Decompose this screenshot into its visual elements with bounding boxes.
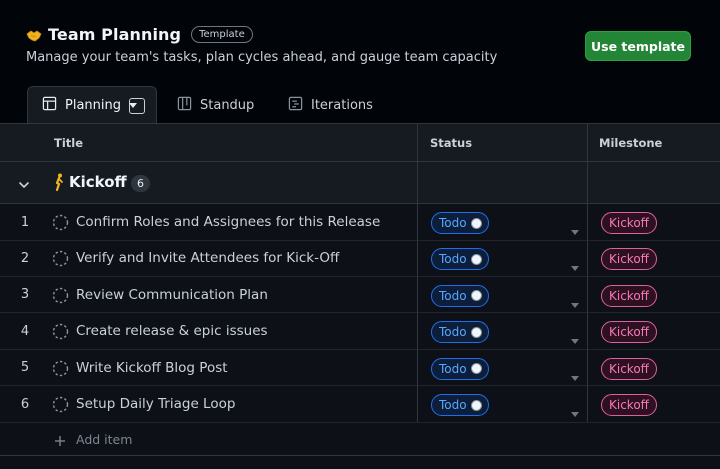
page-title: Team Planning	[48, 25, 182, 44]
draft-issue-icon	[52, 323, 69, 344]
triangle-down-icon[interactable]	[571, 220, 579, 239]
group-count-badge: 6	[131, 175, 150, 192]
tab-label: Standup	[200, 97, 255, 113]
handshake-icon	[26, 28, 42, 42]
triangle-down-icon[interactable]	[571, 256, 579, 275]
draft-issue-icon	[52, 396, 69, 417]
milestone-badge[interactable]: Kickoff	[601, 357, 657, 380]
status-badge[interactable]: Todo	[431, 248, 489, 271]
row-title[interactable]: Verify and Invite Attendees for Kick-Off	[76, 240, 339, 276]
triangle-down-icon[interactable]	[571, 329, 579, 348]
table-row[interactable]: 6 Setup Daily Triage Loop Todo Kickoff	[0, 386, 720, 423]
status-label: Todo	[439, 252, 467, 267]
page-subtitle: Manage your team's tasks, plan cycles ah…	[26, 50, 498, 65]
milestone-badge[interactable]: Kickoff	[601, 248, 657, 271]
row-title[interactable]: Write Kickoff Blog Post	[76, 350, 228, 386]
triangle-down-icon	[129, 98, 145, 113]
status-label: Todo	[439, 288, 467, 303]
status-circle-icon	[470, 253, 482, 265]
table-row[interactable]: 5 Write Kickoff Blog Post Todo Kickoff	[0, 350, 720, 387]
tab-label: Planning	[65, 98, 121, 113]
row-title[interactable]: Setup Daily Triage Loop	[76, 386, 235, 422]
chevron-down-icon[interactable]	[18, 176, 30, 195]
group-header-kickoff: Kickoff 6	[0, 162, 720, 204]
milestone-badge[interactable]: Kickoff	[601, 284, 657, 307]
tab-iterations[interactable]: Iterations	[288, 86, 373, 124]
row-title[interactable]: Review Communication Plan	[76, 277, 268, 313]
row-number: 5	[20, 360, 30, 376]
triangle-down-icon[interactable]	[571, 402, 579, 421]
status-label: Todo	[439, 398, 467, 412]
row-title[interactable]: Create release & epic issues	[76, 313, 268, 349]
table-row[interactable]: 1 Confirm Roles and Assignees for this Re…	[0, 204, 720, 241]
board-icon	[177, 96, 200, 115]
column-header-status[interactable]: Status	[430, 124, 472, 162]
status-label: Todo	[439, 361, 467, 376]
tab-label: Iterations	[311, 97, 373, 113]
tab-menu-button[interactable]	[129, 97, 145, 114]
draft-issue-icon	[52, 360, 69, 381]
status-circle-icon	[470, 326, 482, 338]
view-tabs: Planning Standup Iterations	[0, 86, 720, 124]
table-row[interactable]: 2 Verify and Invite Attendees for Kick-Of…	[0, 240, 720, 277]
column-header-milestone[interactable]: Milestone	[599, 124, 662, 162]
row-title[interactable]: Confirm Roles and Assignees for this Rel…	[76, 204, 380, 240]
plus-icon	[54, 432, 66, 451]
draft-issue-icon	[52, 214, 69, 235]
status-badge[interactable]: Todo	[431, 357, 489, 380]
draft-issue-icon	[52, 287, 69, 308]
roadmap-icon	[288, 96, 311, 115]
status-circle-icon	[470, 399, 482, 411]
title-row: Team Planning Template	[26, 25, 253, 44]
person-walking-icon	[52, 173, 66, 195]
row-number: 4	[20, 323, 30, 339]
status-circle-icon	[470, 290, 482, 302]
column-header-row: Title Status Milestone	[0, 124, 720, 162]
milestone-badge[interactable]: Kickoff	[601, 321, 657, 344]
group-name: Kickoff	[69, 173, 127, 191]
project-header: Team Planning Template Manage your team'…	[0, 0, 720, 86]
status-badge[interactable]: Todo	[431, 212, 489, 234]
status-badge[interactable]: Todo	[431, 284, 489, 307]
row-number: 2	[20, 250, 30, 266]
row-number: 1	[20, 214, 30, 230]
table-row[interactable]: 3 Review Communication Plan Todo Kickoff	[0, 277, 720, 314]
tab-standup[interactable]: Standup	[177, 86, 254, 124]
project-table: Title Status Milestone Kickoff 6 1 Confir…	[0, 123, 720, 469]
triangle-down-icon[interactable]	[571, 293, 579, 312]
draft-issue-icon	[52, 250, 69, 271]
column-header-title[interactable]: Title	[54, 124, 83, 162]
status-circle-icon	[470, 363, 482, 375]
status-label: Todo	[439, 216, 467, 230]
row-number: 6	[20, 396, 30, 412]
row-number: 3	[20, 287, 30, 303]
milestone-badge[interactable]: Kickoff	[601, 212, 657, 234]
add-item-row[interactable]: Add item	[0, 422, 720, 456]
status-badge[interactable]: Todo	[431, 321, 489, 344]
table-icon	[42, 96, 65, 115]
table-row[interactable]: 4 Create release & epic issues Todo Kickoff	[0, 313, 720, 350]
column-divider[interactable]	[417, 124, 418, 422]
add-item-label: Add item	[76, 431, 133, 447]
triangle-down-icon[interactable]	[571, 366, 579, 385]
template-badge: Template	[191, 26, 253, 43]
tab-planning[interactable]: Planning	[27, 86, 157, 124]
use-template-button[interactable]: Use template	[585, 31, 691, 61]
status-circle-icon	[470, 217, 482, 229]
status-badge[interactable]: Todo	[431, 394, 489, 416]
column-divider[interactable]	[587, 124, 588, 422]
milestone-badge[interactable]: Kickoff	[601, 394, 657, 416]
status-label: Todo	[439, 325, 467, 340]
